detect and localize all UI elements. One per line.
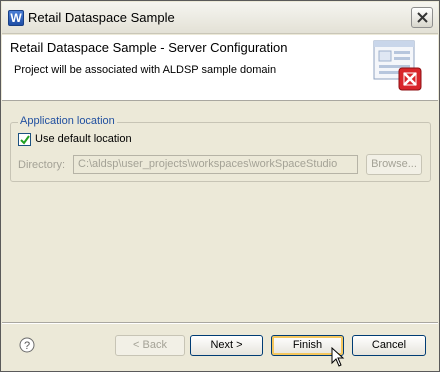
title-bar[interactable]: W Retail Dataspace Sample (2, 2, 438, 34)
help-icon[interactable]: ? (19, 337, 35, 353)
wizard-banner-icon (373, 40, 422, 91)
cancel-button[interactable]: Cancel (352, 335, 426, 356)
use-default-location-label[interactable]: Use default location (35, 133, 132, 145)
workshop-app-icon: W (8, 10, 24, 26)
page-title: Retail Dataspace Sample - Server Configu… (10, 40, 288, 55)
directory-field[interactable]: C:\aldsp\user_projects\workspaces\workSp… (73, 155, 358, 174)
wizard-dialog: W Retail Dataspace Sample Retail Dataspa… (0, 0, 440, 372)
checkmark-icon (20, 135, 30, 145)
wizard-header: Retail Dataspace Sample - Server Configu… (2, 35, 438, 101)
next-button[interactable]: Next > (190, 335, 263, 356)
browse-button[interactable]: Browse... (366, 154, 422, 175)
use-default-location-checkbox[interactable] (18, 133, 31, 146)
button-bar-separator (2, 322, 438, 324)
svg-text:?: ? (24, 340, 30, 352)
close-icon (417, 12, 428, 23)
page-description: Project will be associated with ALDSP sa… (14, 64, 277, 76)
mouse-cursor-icon (331, 347, 345, 367)
close-button[interactable] (411, 7, 433, 28)
window-title: Retail Dataspace Sample (28, 10, 175, 25)
back-button[interactable]: < Back (115, 335, 185, 356)
group-label: Application location (18, 115, 117, 127)
directory-label: Directory: (18, 159, 66, 171)
